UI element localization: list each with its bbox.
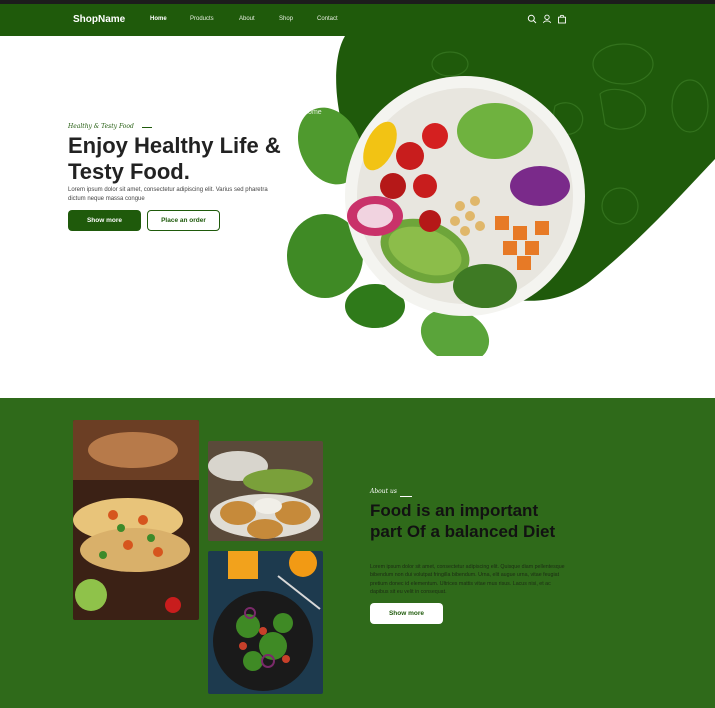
- search-icon[interactable]: [527, 14, 537, 24]
- logo[interactable]: ShopName: [73, 14, 125, 25]
- show-more-button[interactable]: Show more: [68, 210, 141, 231]
- hero-description: Lorem ipsum dolor sit amet, consectetur …: [68, 187, 268, 202]
- bag-icon[interactable]: [557, 14, 567, 24]
- fried-chicken-photo: [208, 441, 323, 541]
- nav-link-about[interactable]: About: [239, 16, 255, 22]
- salad-plate-photo: [208, 551, 323, 694]
- hero-tagline: Healthy & Testy Food: [68, 123, 134, 130]
- place-order-button[interactable]: Place an order: [147, 210, 220, 231]
- hero-title: Enjoy Healthy Life & Testy Food.: [68, 133, 281, 184]
- about-show-more-button[interactable]: Show more: [370, 603, 443, 624]
- salad-bowl-image: [287, 76, 585, 356]
- about-description: Lorem ipsum dolor sit amet, consectetur …: [370, 564, 565, 596]
- tagline-divider: [142, 127, 152, 128]
- nav-link-contact[interactable]: Contact: [317, 16, 338, 22]
- nav-link-home[interactable]: Home: [150, 16, 167, 22]
- navbar: ShopName Home Products About Shop Contac…: [0, 4, 715, 36]
- image-overlay-text: Home: [303, 109, 322, 116]
- about-tag: About us: [370, 488, 397, 495]
- nav-link-products[interactable]: Products: [190, 16, 214, 22]
- about-tag-divider: [400, 496, 412, 497]
- about-title: Food is an important part Of a balanced …: [370, 501, 556, 541]
- hero-section: Healthy & Testy Food Enjoy Healthy Life …: [0, 36, 715, 398]
- nav-link-shop[interactable]: Shop: [279, 16, 293, 22]
- tacos-photo: [73, 420, 199, 620]
- user-icon[interactable]: [542, 14, 552, 24]
- about-section: About us Food is an important part Of a …: [0, 398, 715, 708]
